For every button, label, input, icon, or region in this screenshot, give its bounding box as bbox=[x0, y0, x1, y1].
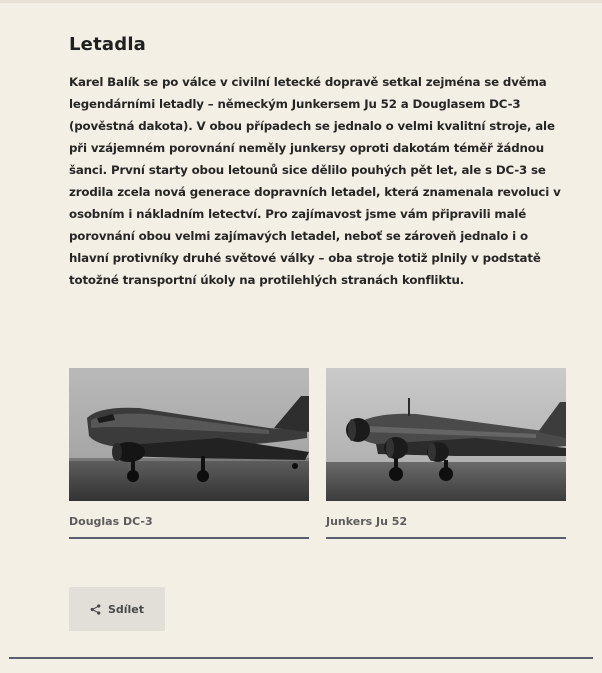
gallery-item-ju52[interactable]: Junkers Ju 52 bbox=[326, 368, 566, 539]
ju52-photo[interactable] bbox=[326, 368, 566, 501]
dc3-photo[interactable] bbox=[69, 368, 309, 501]
article-body: Karel Balík se po válce v civilní leteck… bbox=[69, 75, 561, 287]
photo-gallery: Douglas DC-3 Junkers Ju 52 bbox=[69, 368, 568, 548]
gallery-caption-dc3: Douglas DC-3 bbox=[69, 515, 153, 528]
caption-divider bbox=[326, 537, 566, 539]
gallery-caption-ju52: Junkers Ju 52 bbox=[326, 515, 408, 528]
gallery-item-dc3[interactable]: Douglas DC-3 bbox=[69, 368, 309, 539]
footer-divider bbox=[9, 657, 593, 659]
share-button-label: Sdílet bbox=[107, 602, 145, 616]
article: Letadla Karel Balík se po válce v civiln… bbox=[69, 34, 569, 291]
article-title: Letadla bbox=[69, 34, 147, 55]
page-top-edge bbox=[0, 0, 602, 3]
share-icon bbox=[90, 603, 101, 615]
share-button[interactable]: Sdílet bbox=[69, 587, 165, 631]
caption-divider bbox=[69, 537, 309, 539]
